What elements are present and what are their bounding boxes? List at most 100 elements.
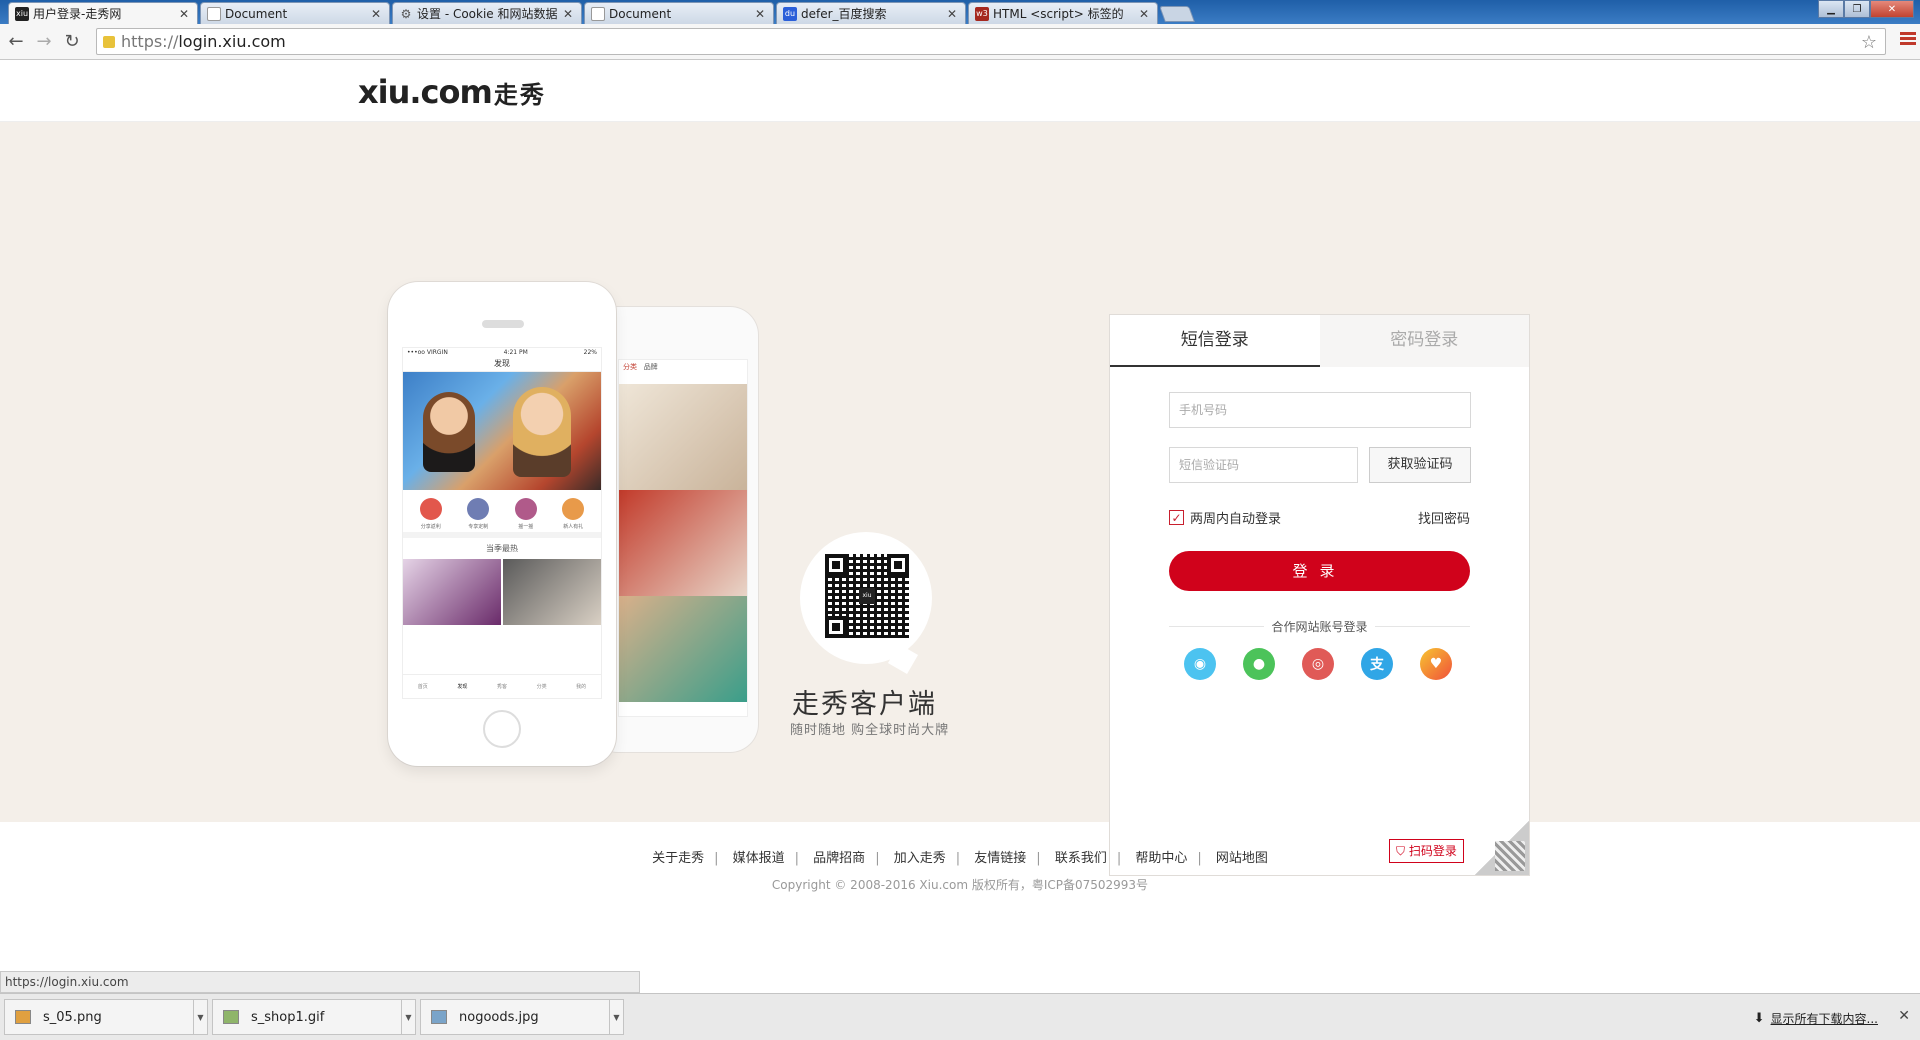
tab-3[interactable]: ⚙ 设置 - Cookie 和网站数据 ✕ [392,2,582,24]
app-qr-bubble: xiu [800,532,932,664]
w3-icon: w3 [975,6,989,21]
download-item[interactable]: s_shop1.gif ▼ [212,999,416,1035]
footer-link[interactable]: 网站地图 [1216,851,1268,866]
tab-2[interactable]: Document ✕ [200,2,390,24]
copyright-text: Copyright © 2008-2016 Xiu.com 版权所有，粤ICP备… [771,878,1149,892]
minimize-button[interactable]: ▁ [1818,0,1844,18]
other-login-icon[interactable]: ♥ [1420,648,1452,680]
tab-sms-login[interactable]: 短信登录 [1110,315,1320,367]
footer-link[interactable]: 联系我们 [1055,851,1107,866]
show-all-downloads-link[interactable]: ⬇ 显示所有下载内容... [1754,1010,1878,1027]
product-photo [619,490,747,596]
lock-icon [103,35,115,48]
wechat-icon[interactable]: ● [1243,648,1275,680]
social-login-row: ◉ ● ◎ 支 ♥ [1184,648,1452,680]
phone-speaker [482,320,524,328]
phone-front-illustration: •••oo VIRGIN 4:21 PM 22% 发现 分享返利 专享定制 摇一… [388,282,616,766]
url-scheme: https:// [121,32,179,51]
download-arrow-icon: ⬇ [1753,1011,1765,1026]
app-subtitle: 随时随地 购全球时尚大牌 [790,723,950,738]
footer-links: 关于走秀 | 媒体报道 | 品牌招商 | 加入走秀 | 友情链接 | 联系我们 | 帮助中心… [652,851,1268,866]
footer-link[interactable]: 媒体报道 [733,851,785,866]
maximize-button[interactable]: ❐ [1844,0,1870,18]
footer-link[interactable]: 关于走秀 [652,851,704,866]
weibo-icon[interactable]: ◎ [1302,648,1334,680]
close-icon[interactable]: ✕ [179,7,191,21]
tab-4[interactable]: Document ✕ [584,2,774,24]
tab-title: 设置 - Cookie 和网站数据 [417,7,558,21]
section-title: 当季最热 [403,532,601,559]
show-all-label: 显示所有下载内容... [1770,1012,1878,1026]
footer-link[interactable]: 品牌招商 [813,851,865,866]
sms-code-input[interactable]: 短信验证码 [1169,447,1358,483]
time-text: 4:21 PM [503,349,528,356]
back-button[interactable]: ← [4,30,28,54]
carrier-text: •••oo VIRGIN [407,349,448,356]
remember-me[interactable]: ✓ 两周内自动登录 [1169,508,1281,527]
phone-status-bar: •••oo VIRGIN 4:21 PM 22% [403,348,601,358]
tab-6[interactable]: w3 HTML <script> 标签的 ✕ [968,2,1158,24]
product-photo [619,596,747,702]
get-code-button[interactable]: 获取验证码 [1369,447,1471,483]
download-item[interactable]: s_05.png ▼ [4,999,208,1035]
footer-link[interactable]: 友情链接 [974,851,1026,866]
page-content: xiu.com走秀 分类 品牌 •••oo VIRGIN 4:21 PM 22%… [0,61,1920,986]
chevron-down-icon[interactable]: ▼ [193,1000,207,1034]
checkbox-checked-icon[interactable]: ✓ [1169,510,1184,525]
partner-login-label: 合作网站账号登录 [1169,618,1470,635]
tab-1[interactable]: xiu 用户登录-走秀网 ✕ [8,2,198,24]
bookmark-star-icon[interactable]: ☆ [1861,32,1877,53]
back-phone-header: 分类 品牌 [619,360,747,384]
close-window-button[interactable]: ✕ [1870,0,1914,18]
tab-password-login[interactable]: 密码登录 [1320,315,1530,367]
chevron-down-icon[interactable]: ▼ [401,1000,415,1034]
alipay-icon[interactable]: 支 [1361,648,1393,680]
product-photo [503,559,601,625]
close-icon[interactable]: ✕ [947,7,959,21]
tab-title: defer_百度搜索 [801,7,887,21]
logo-text: xiu.com [358,73,493,111]
forward-button[interactable]: → [32,30,56,54]
shortcut-item: 专享定制 [467,498,490,530]
download-filename: s_shop1.gif [251,1009,325,1025]
image-file-icon [223,1010,239,1024]
close-icon[interactable]: ✕ [1139,7,1151,21]
forgot-password-link[interactable]: 找回密码 [1418,508,1470,527]
site-logo[interactable]: xiu.com走秀 [358,73,546,111]
close-icon[interactable]: ✕ [1898,1008,1910,1024]
status-url: https://login.xiu.com [0,971,640,993]
download-item[interactable]: nogoods.jpg ▼ [420,999,624,1035]
app-title: 走秀客户端 [792,689,937,720]
login-panel: 短信登录 密码登录 手机号码 短信验证码 获取验证码 ✓ 两周内自动登录 找回密… [1109,314,1530,876]
remember-label: 两周内自动登录 [1190,512,1282,527]
qq-icon[interactable]: ◉ [1184,648,1216,680]
logo-cn: 走秀 [493,81,546,109]
footer-link[interactable]: 加入走秀 [894,851,946,866]
url-text: https://login.xiu.com [121,32,286,51]
browser-menu-button[interactable] [1900,32,1916,47]
phone-home-button [483,710,521,748]
tab-strip: xiu 用户登录-走秀网 ✕ Document ✕ ⚙ 设置 - Cookie … [0,0,1920,24]
close-icon[interactable]: ✕ [371,7,383,21]
close-icon[interactable]: ✕ [563,7,575,21]
window-controls: ▁ ❐ ✕ [1818,0,1914,18]
login-tabs: 短信登录 密码登录 [1110,315,1529,367]
browser-toolbar: ← → ↻ https://login.xiu.com ☆ [0,24,1920,60]
back-phone-screen: 分类 品牌 [618,359,748,717]
document-icon [591,6,605,21]
image-file-icon [15,1010,31,1024]
tab-title: Document [225,6,288,21]
address-bar[interactable]: https://login.xiu.com ☆ [96,28,1886,55]
close-icon[interactable]: ✕ [755,7,767,21]
fashion-banner [403,372,601,490]
shortcut-item: 摇一摇 [514,498,537,530]
tab-5[interactable]: du defer_百度搜索 ✕ [776,2,966,24]
battery-text: 22% [583,349,597,356]
footer-link[interactable]: 帮助中心 [1135,851,1187,866]
phone-input[interactable]: 手机号码 [1169,392,1471,428]
reload-button[interactable]: ↻ [60,30,84,54]
new-tab-button[interactable] [1159,6,1195,22]
login-button[interactable]: 登录 [1169,551,1470,591]
shortcut-item: 新人有礼 [562,498,585,530]
chevron-down-icon[interactable]: ▼ [609,1000,623,1034]
